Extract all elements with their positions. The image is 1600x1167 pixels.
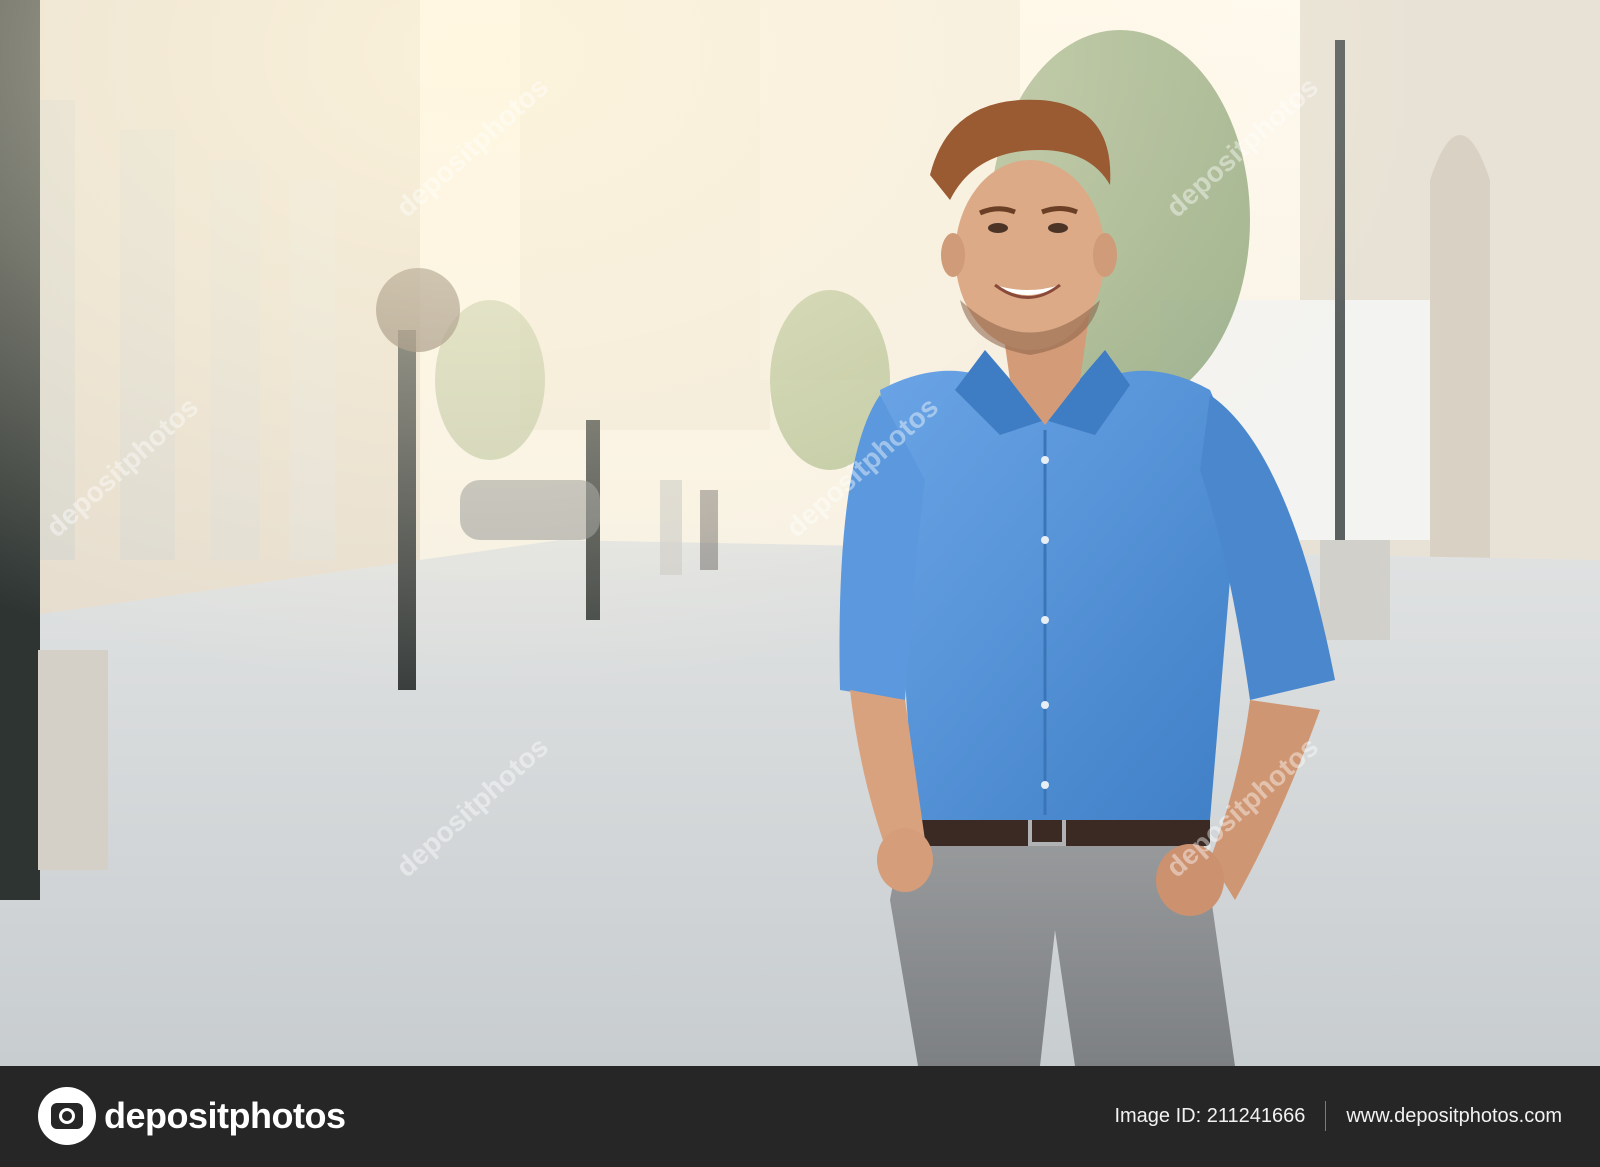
site-url[interactable]: www.depositphotos.com: [1346, 1105, 1562, 1128]
camera-icon: [38, 1087, 96, 1145]
divider: [1325, 1101, 1327, 1131]
depositphotos-logo: depositphotos: [38, 1087, 346, 1145]
logo-text: depositphotos: [104, 1095, 346, 1136]
image-id: Image ID: 211241666: [1114, 1104, 1306, 1127]
stock-photo: depositphotos depositphotos depositphoto…: [0, 0, 1600, 1066]
footer-meta: Image ID: 211241666 www.depositphotos.co…: [1114, 1101, 1562, 1131]
